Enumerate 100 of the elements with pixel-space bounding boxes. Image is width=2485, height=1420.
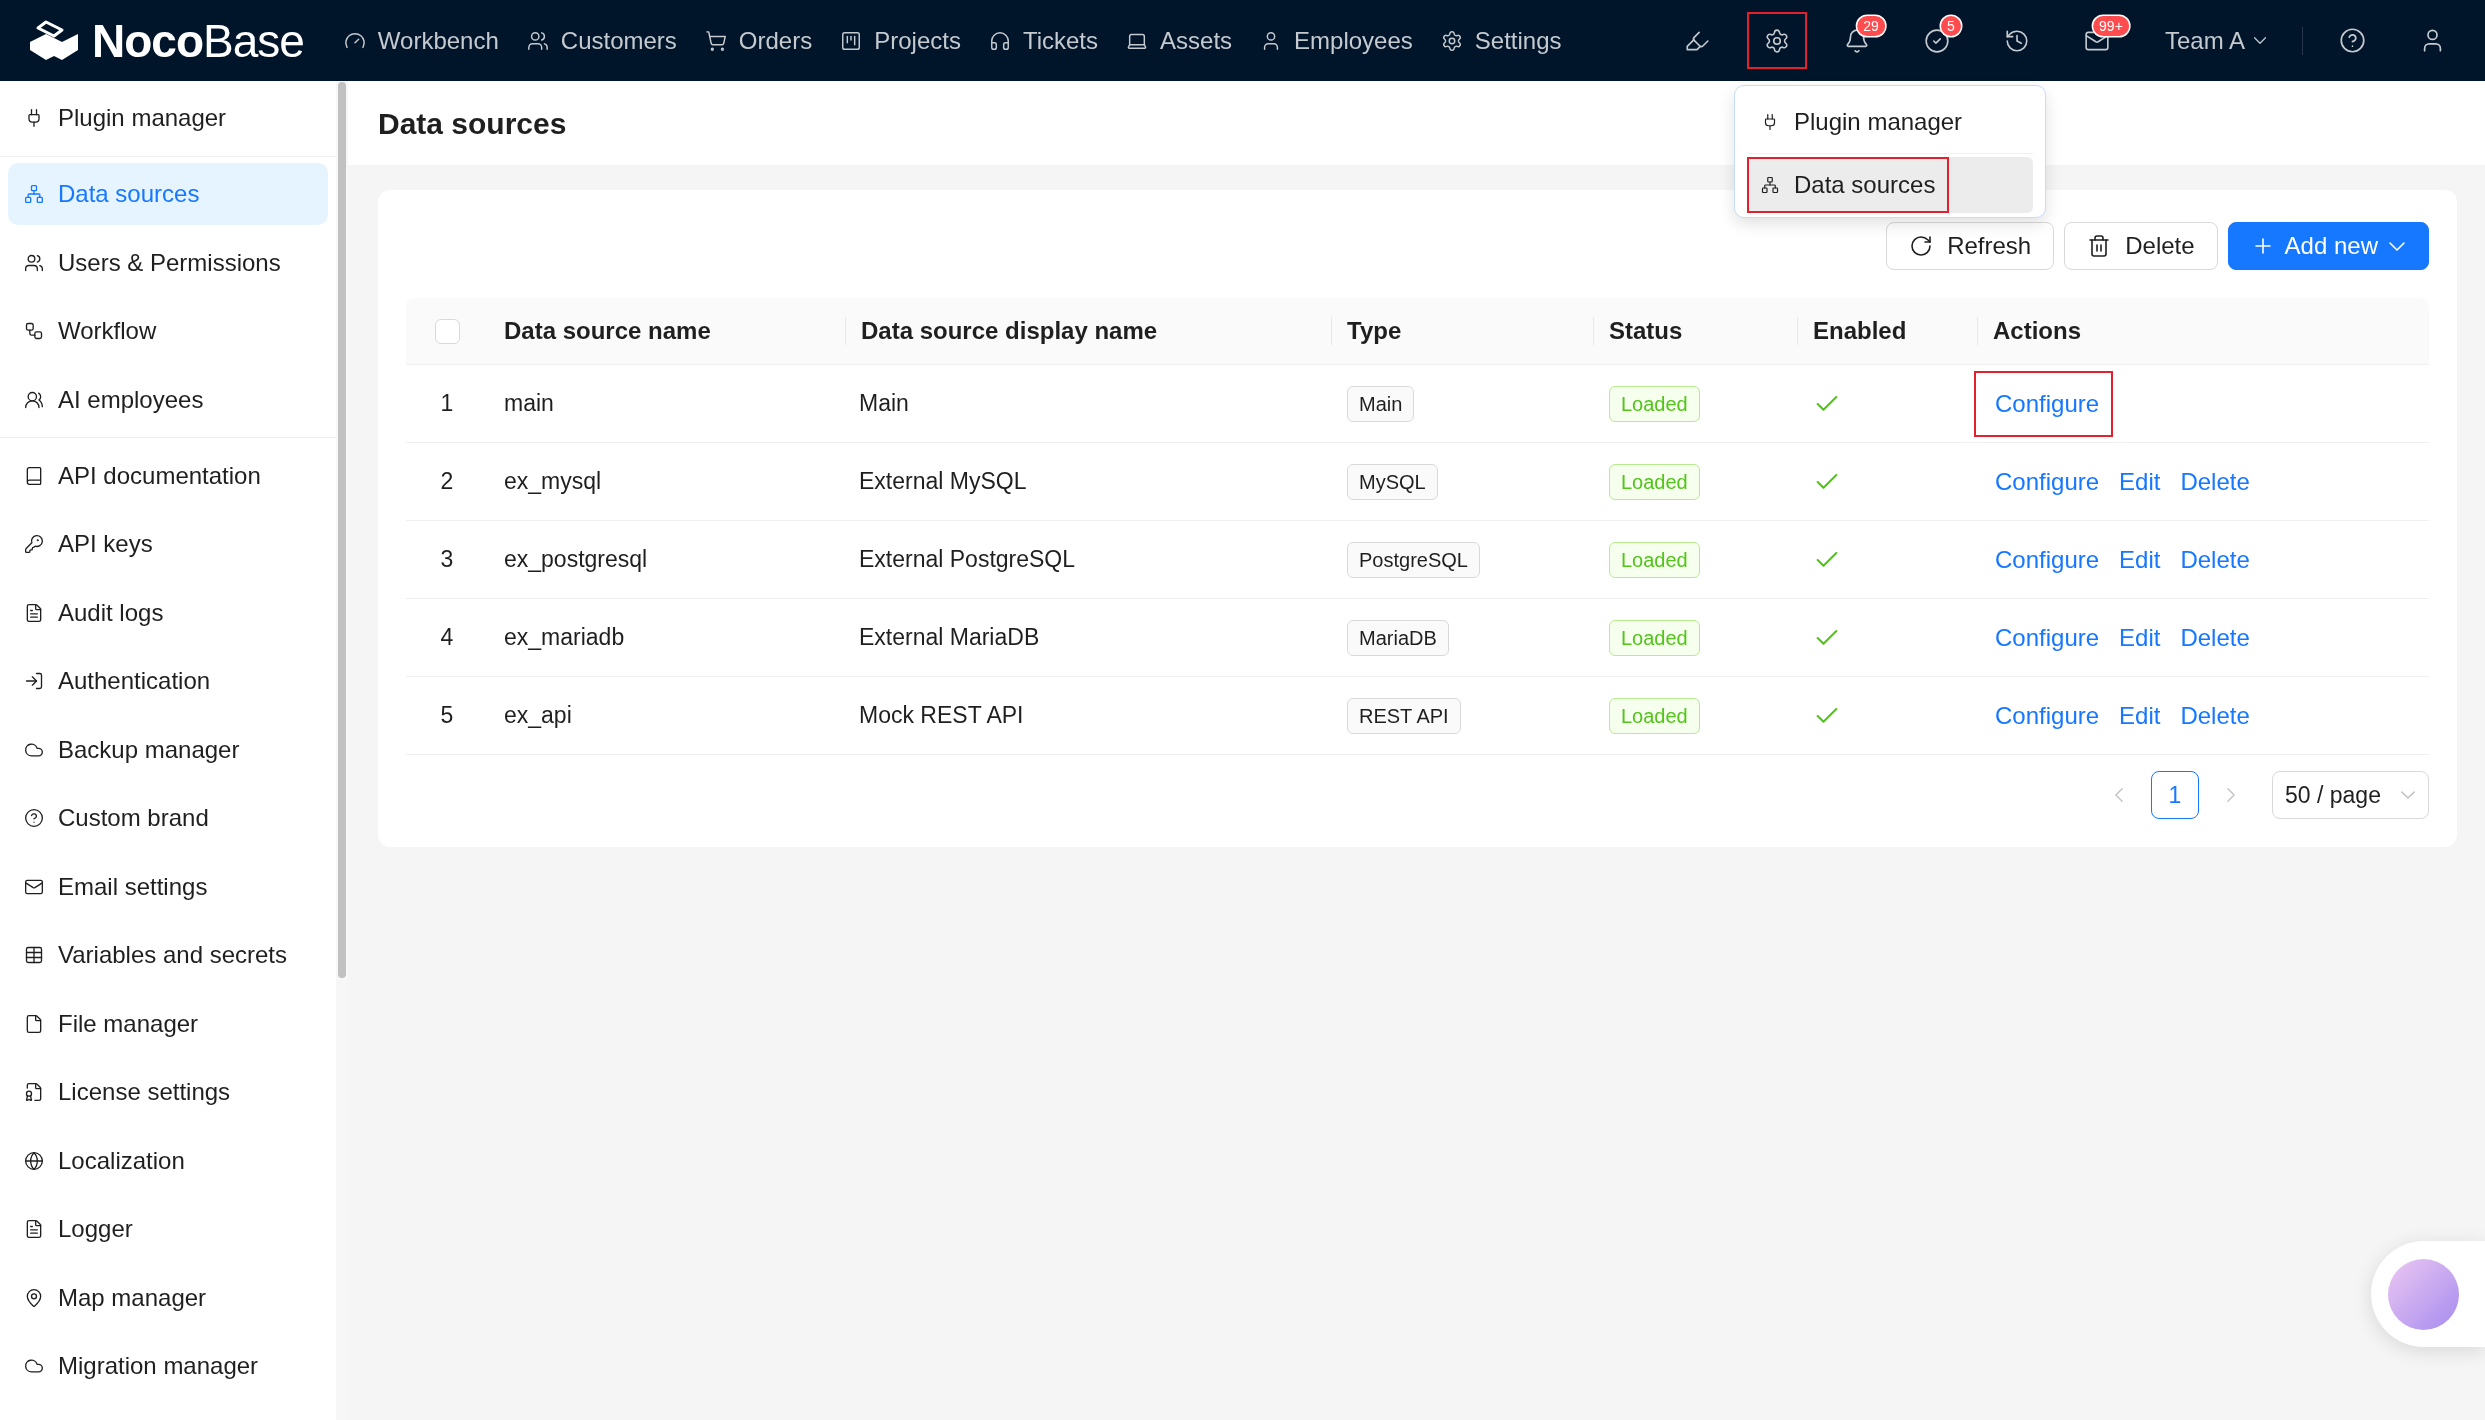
sidebar-item[interactable]: Migration manager [8, 1335, 328, 1397]
trash-icon [2087, 234, 2112, 258]
select-all-checkbox[interactable] [434, 318, 460, 344]
file-icon [24, 1013, 44, 1034]
action-link[interactable]: Delete [2180, 701, 2250, 729]
column-header: Enabled [1813, 316, 1907, 346]
type-tag: MariaDB [1347, 619, 1449, 656]
action-link[interactable]: Configure [1995, 701, 2100, 729]
toolbar-button[interactable]: Refresh [1886, 222, 2055, 270]
history-icon [2003, 27, 2030, 54]
team-switcher[interactable]: Team A [2164, 22, 2267, 59]
source-name: main [504, 389, 554, 419]
kanban-icon [840, 29, 863, 52]
sidebar-item[interactable]: Users & Permissions [8, 231, 328, 294]
scrollbar-thumb[interactable] [338, 82, 346, 978]
table-icon [24, 945, 44, 965]
display-name: External MySQL [859, 467, 1027, 497]
sidebar-item[interactable]: Plugin manager [8, 87, 328, 149]
action-link[interactable]: Edit [2119, 467, 2161, 495]
column-header: Type [1347, 316, 1402, 346]
nav-item[interactable]: Settings [1440, 22, 1562, 59]
logo-text: NocoBase [92, 17, 304, 64]
action-link[interactable]: Configure [1995, 545, 2100, 573]
action-link[interactable]: Edit [2119, 545, 2161, 573]
display-name: External PostgreSQL [859, 545, 1076, 575]
settings-button[interactable] [1746, 12, 1807, 69]
cart-icon [704, 29, 727, 52]
display-name: External MariaDB [859, 623, 1040, 653]
count-badge: 99+ [2093, 16, 2129, 36]
sidebar-item[interactable]: Variables and secrets [8, 924, 328, 986]
action-link[interactable]: Delete [2180, 467, 2250, 495]
toolbar-button[interactable]: Add new [2227, 222, 2429, 270]
type-tag: REST API [1347, 697, 1461, 734]
page-title: Data sources [378, 105, 567, 142]
sidebar-item[interactable]: Data sources [8, 163, 328, 225]
chevron-down-icon [2400, 791, 2416, 799]
action-link[interactable]: Configure [1995, 623, 2100, 651]
display-name: Main [859, 389, 909, 419]
users-icon [24, 389, 44, 410]
nav-item[interactable]: Customers [526, 22, 677, 59]
chevron-down-icon [2253, 37, 2267, 44]
row-number: 1 [440, 389, 454, 419]
sidebar-item[interactable]: API documentation [8, 444, 328, 507]
sidebar-item[interactable]: Custom brand [8, 787, 328, 849]
page-button[interactable]: 1 [2151, 771, 2199, 819]
help-icon [24, 808, 44, 828]
sidebar-item[interactable]: Workflow [8, 300, 328, 362]
sidebar-item[interactable]: Logger [8, 1198, 328, 1260]
toolbar-button[interactable]: Delete [2064, 222, 2218, 270]
count-badge: 29 [1857, 16, 1885, 36]
book-icon [24, 465, 44, 486]
action-link[interactable]: Edit [2119, 623, 2161, 651]
page-size-select[interactable]: 50 / page [2272, 771, 2429, 819]
users-icon [24, 252, 44, 273]
sidebar-item[interactable]: Authentication [8, 650, 328, 712]
nav-item[interactable]: Tickets [988, 22, 1099, 59]
cloud-icon [24, 1356, 44, 1376]
sidebar-item[interactable]: AI employees [8, 368, 328, 431]
nav-item[interactable]: Orders [704, 22, 813, 59]
logo-icon [28, 19, 80, 62]
menu-item[interactable]: Data sources [1747, 157, 2033, 213]
column-header: Data source name [504, 316, 711, 346]
sidebar-item[interactable]: File manager [8, 992, 328, 1055]
certificate-icon [24, 1082, 44, 1102]
row-number: 5 [440, 701, 454, 731]
sidebar-item[interactable]: Email settings [8, 855, 328, 918]
type-tag: MySQL [1347, 463, 1438, 500]
settings-icon [1440, 29, 1463, 52]
action-link[interactable]: Delete [2180, 545, 2250, 573]
sidebar-item[interactable]: Map manager [8, 1266, 328, 1329]
action-link[interactable]: Configure [1995, 389, 2100, 417]
source-name: ex_api [504, 701, 572, 731]
status-tag: Loaded [1609, 463, 1700, 500]
nav-item[interactable]: Assets [1126, 22, 1233, 59]
sidebar-item[interactable]: Audit logs [8, 581, 328, 644]
row-number: 3 [440, 545, 454, 575]
nav-item[interactable]: Projects [840, 22, 961, 59]
row-number: 2 [440, 467, 454, 497]
column-header: Data source display name [861, 316, 1158, 346]
document-icon [24, 602, 44, 623]
chevron-left-icon [2115, 787, 2123, 803]
row-number: 4 [440, 623, 454, 653]
action-link[interactable]: Edit [2119, 701, 2161, 729]
headphones-icon [988, 29, 1011, 52]
status-tag: Loaded [1609, 619, 1700, 656]
sidebar-item[interactable]: License settings [8, 1061, 328, 1123]
sidebar-item[interactable]: API keys [8, 513, 328, 575]
action-link[interactable]: Delete [2180, 623, 2250, 651]
sidebar-item[interactable]: Backup manager [8, 718, 328, 781]
count-badge: 5 [1940, 16, 1961, 36]
map-pin-icon [24, 1287, 44, 1308]
source-name: ex_postgresql [504, 545, 648, 575]
chevron-right-icon [2227, 787, 2235, 803]
hierarchy-icon [1761, 176, 1779, 194]
sidebar-item[interactable]: Localization [8, 1129, 328, 1192]
type-tag: PostgreSQL [1347, 541, 1480, 578]
display-name: Mock REST API [859, 701, 1024, 731]
nav-item[interactable]: Employees [1260, 22, 1413, 59]
action-link[interactable]: Configure [1995, 467, 2100, 495]
nav-item[interactable]: Workbench [343, 22, 499, 59]
